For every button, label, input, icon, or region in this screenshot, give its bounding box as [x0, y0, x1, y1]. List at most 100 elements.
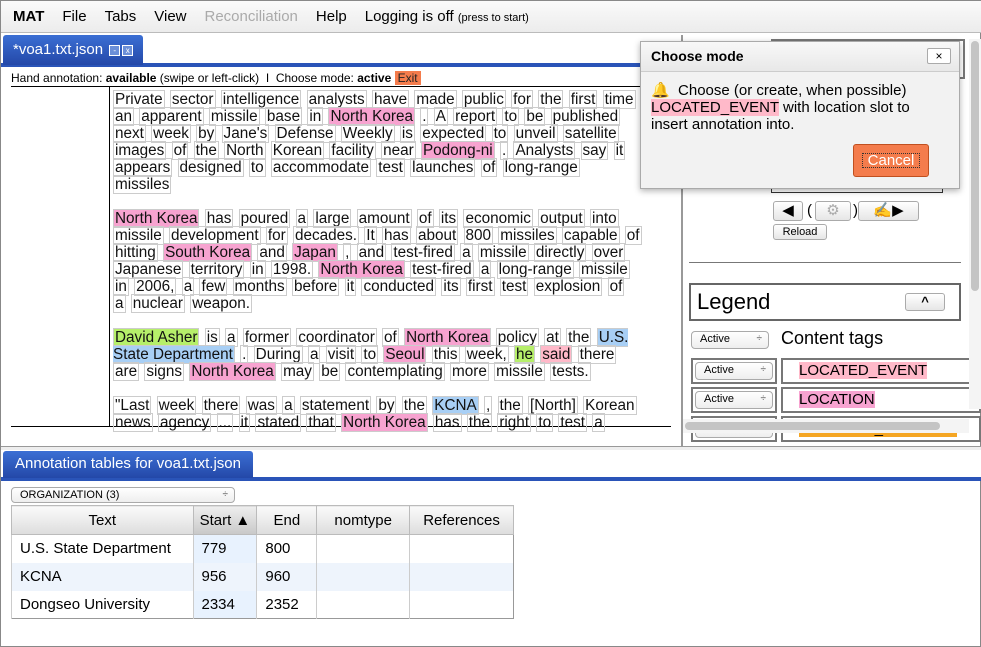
token[interactable]: right [497, 413, 532, 432]
token[interactable]: it [613, 141, 626, 160]
token[interactable]: ... [216, 413, 234, 432]
table-cell [316, 534, 410, 563]
token[interactable]: of [624, 226, 642, 245]
token[interactable]: missile [494, 362, 545, 381]
minimize-button[interactable]: - [109, 44, 121, 56]
menu-help[interactable]: Help [316, 8, 347, 25]
token[interactable]: contemplating [345, 362, 445, 381]
annotation-loc[interactable]: North Korea [341, 413, 428, 432]
token[interactable]: tests. [550, 362, 591, 381]
token[interactable]: to [536, 413, 554, 432]
token[interactable]: a [113, 294, 126, 313]
text-segment: may be contemplating more missile tests. [281, 362, 592, 381]
legend-tag-label: LOCATED_EVENT [799, 362, 928, 379]
collapse-legend-button[interactable]: ^ [905, 293, 945, 311]
token[interactable]: to [248, 158, 266, 177]
legend-tag[interactable]: LOCATED_EVENT [781, 358, 981, 384]
token[interactable]: missiles [113, 175, 172, 194]
mode-value: active [357, 71, 392, 85]
token[interactable]: that [306, 413, 336, 432]
legend-tag[interactable]: LOCATION [781, 387, 981, 413]
token[interactable]: the [466, 413, 493, 432]
token[interactable]: a [592, 413, 605, 432]
menu-tabs[interactable]: Tabs [105, 8, 137, 25]
token[interactable]: say [580, 141, 609, 160]
table-cell [316, 562, 410, 591]
column-header[interactable]: Start ▲ [192, 505, 258, 535]
menu-file[interactable]: File [62, 8, 86, 25]
content-tags-select[interactable]: Active [691, 331, 769, 349]
token[interactable]: agency [157, 413, 212, 432]
document-text[interactable]: Private sector intelligence analysts hav… [113, 90, 643, 448]
table-cell: 779 [192, 534, 257, 563]
token[interactable]: it [238, 413, 251, 432]
token[interactable]: it [344, 277, 357, 296]
paragraph: David Asher is a former coordinator of N… [113, 328, 643, 381]
token[interactable]: test [376, 158, 405, 177]
hand-annotation-value: available [105, 71, 157, 85]
token[interactable]: test [499, 277, 529, 296]
mode-label: Choose mode: [275, 71, 354, 85]
logging-label: Logging is off [364, 8, 454, 25]
annotation-status-bar: Hand annotation: available (swipe or lef… [11, 71, 671, 87]
close-tab-button[interactable]: x [122, 44, 134, 56]
token[interactable]: first [465, 277, 495, 296]
menubar: MAT File Tabs View Reconciliation Help L… [1, 1, 981, 33]
tab-annotation-tables[interactable]: Annotation tables for voa1.txt.json [3, 451, 253, 478]
vertical-scrollbar[interactable] [969, 39, 981, 409]
gear-icon[interactable]: ⚙ [815, 201, 851, 221]
token[interactable]: more [449, 362, 489, 381]
menu-reconciliation: Reconciliation [204, 8, 298, 25]
token[interactable]: be [319, 362, 341, 381]
token[interactable]: stated [255, 413, 302, 432]
token[interactable]: may [281, 362, 314, 381]
token[interactable]: designed [177, 158, 244, 177]
content-tags-label: Content tags [781, 328, 884, 348]
token[interactable]: before [291, 277, 340, 296]
logging-toggle[interactable]: Logging is off (press to start) [365, 8, 529, 25]
token[interactable]: of [607, 277, 625, 296]
token[interactable]: news [113, 413, 153, 432]
token[interactable]: explosion [533, 277, 603, 296]
table-row[interactable]: U.S. State Department 779 800 [11, 534, 514, 563]
tab-document[interactable]: *voa1.txt.json -x [3, 35, 144, 65]
paragraph: North Korea has poured a large amount of… [113, 209, 643, 313]
exit-mode-button[interactable]: Exit [394, 71, 421, 85]
legend-row-select[interactable]: Active [695, 362, 773, 380]
annotation-type-select[interactable]: ORGANIZATION (3) [11, 487, 235, 503]
menu-view[interactable]: View [154, 8, 186, 25]
column-header[interactable]: nomtype [316, 505, 411, 535]
hand-annotation-label: Hand annotation: [11, 71, 103, 85]
text-segment: and [257, 243, 292, 262]
token[interactable]: accommodate [270, 158, 371, 177]
cancel-button[interactable]: Cancel [853, 144, 929, 177]
token[interactable]: are [113, 362, 140, 381]
legend-header: Legend ^ [689, 283, 961, 321]
token[interactable]: launches [410, 158, 476, 177]
prev-button[interactable]: ◀ [773, 201, 803, 221]
token[interactable]: long-range [502, 158, 580, 177]
annotation-table: Text Start ▲ End nomtype References U.S. Sta… [11, 505, 514, 619]
column-header[interactable]: End [256, 505, 318, 535]
app-menu[interactable]: MAT [13, 8, 44, 25]
column-header[interactable]: Text [11, 505, 194, 535]
close-icon[interactable]: × [927, 48, 951, 64]
annotation-loc[interactable]: North Korea [189, 362, 276, 381]
legend-select-frame: Active [691, 387, 777, 413]
separator: I [265, 71, 270, 85]
token[interactable]: signs [144, 362, 185, 381]
table-row[interactable]: KCNA 956 960 [11, 562, 514, 591]
horizontal-scrollbar[interactable] [683, 419, 969, 433]
token[interactable]: nuclear [130, 294, 185, 313]
legend-row-select[interactable]: Active [695, 391, 773, 409]
token[interactable]: its [441, 277, 461, 296]
reload-button[interactable]: Reload [773, 224, 827, 240]
table-row[interactable]: Dongseo University 2334 2352 [11, 590, 514, 619]
column-header[interactable]: References [409, 505, 514, 535]
edit-next-button[interactable]: ✍▶ [858, 201, 919, 221]
token[interactable]: has [432, 413, 462, 432]
token[interactable]: conducted [361, 277, 437, 296]
token[interactable]: of [480, 158, 498, 177]
token[interactable]: test [558, 413, 587, 432]
token[interactable]: weapon. [190, 294, 253, 313]
